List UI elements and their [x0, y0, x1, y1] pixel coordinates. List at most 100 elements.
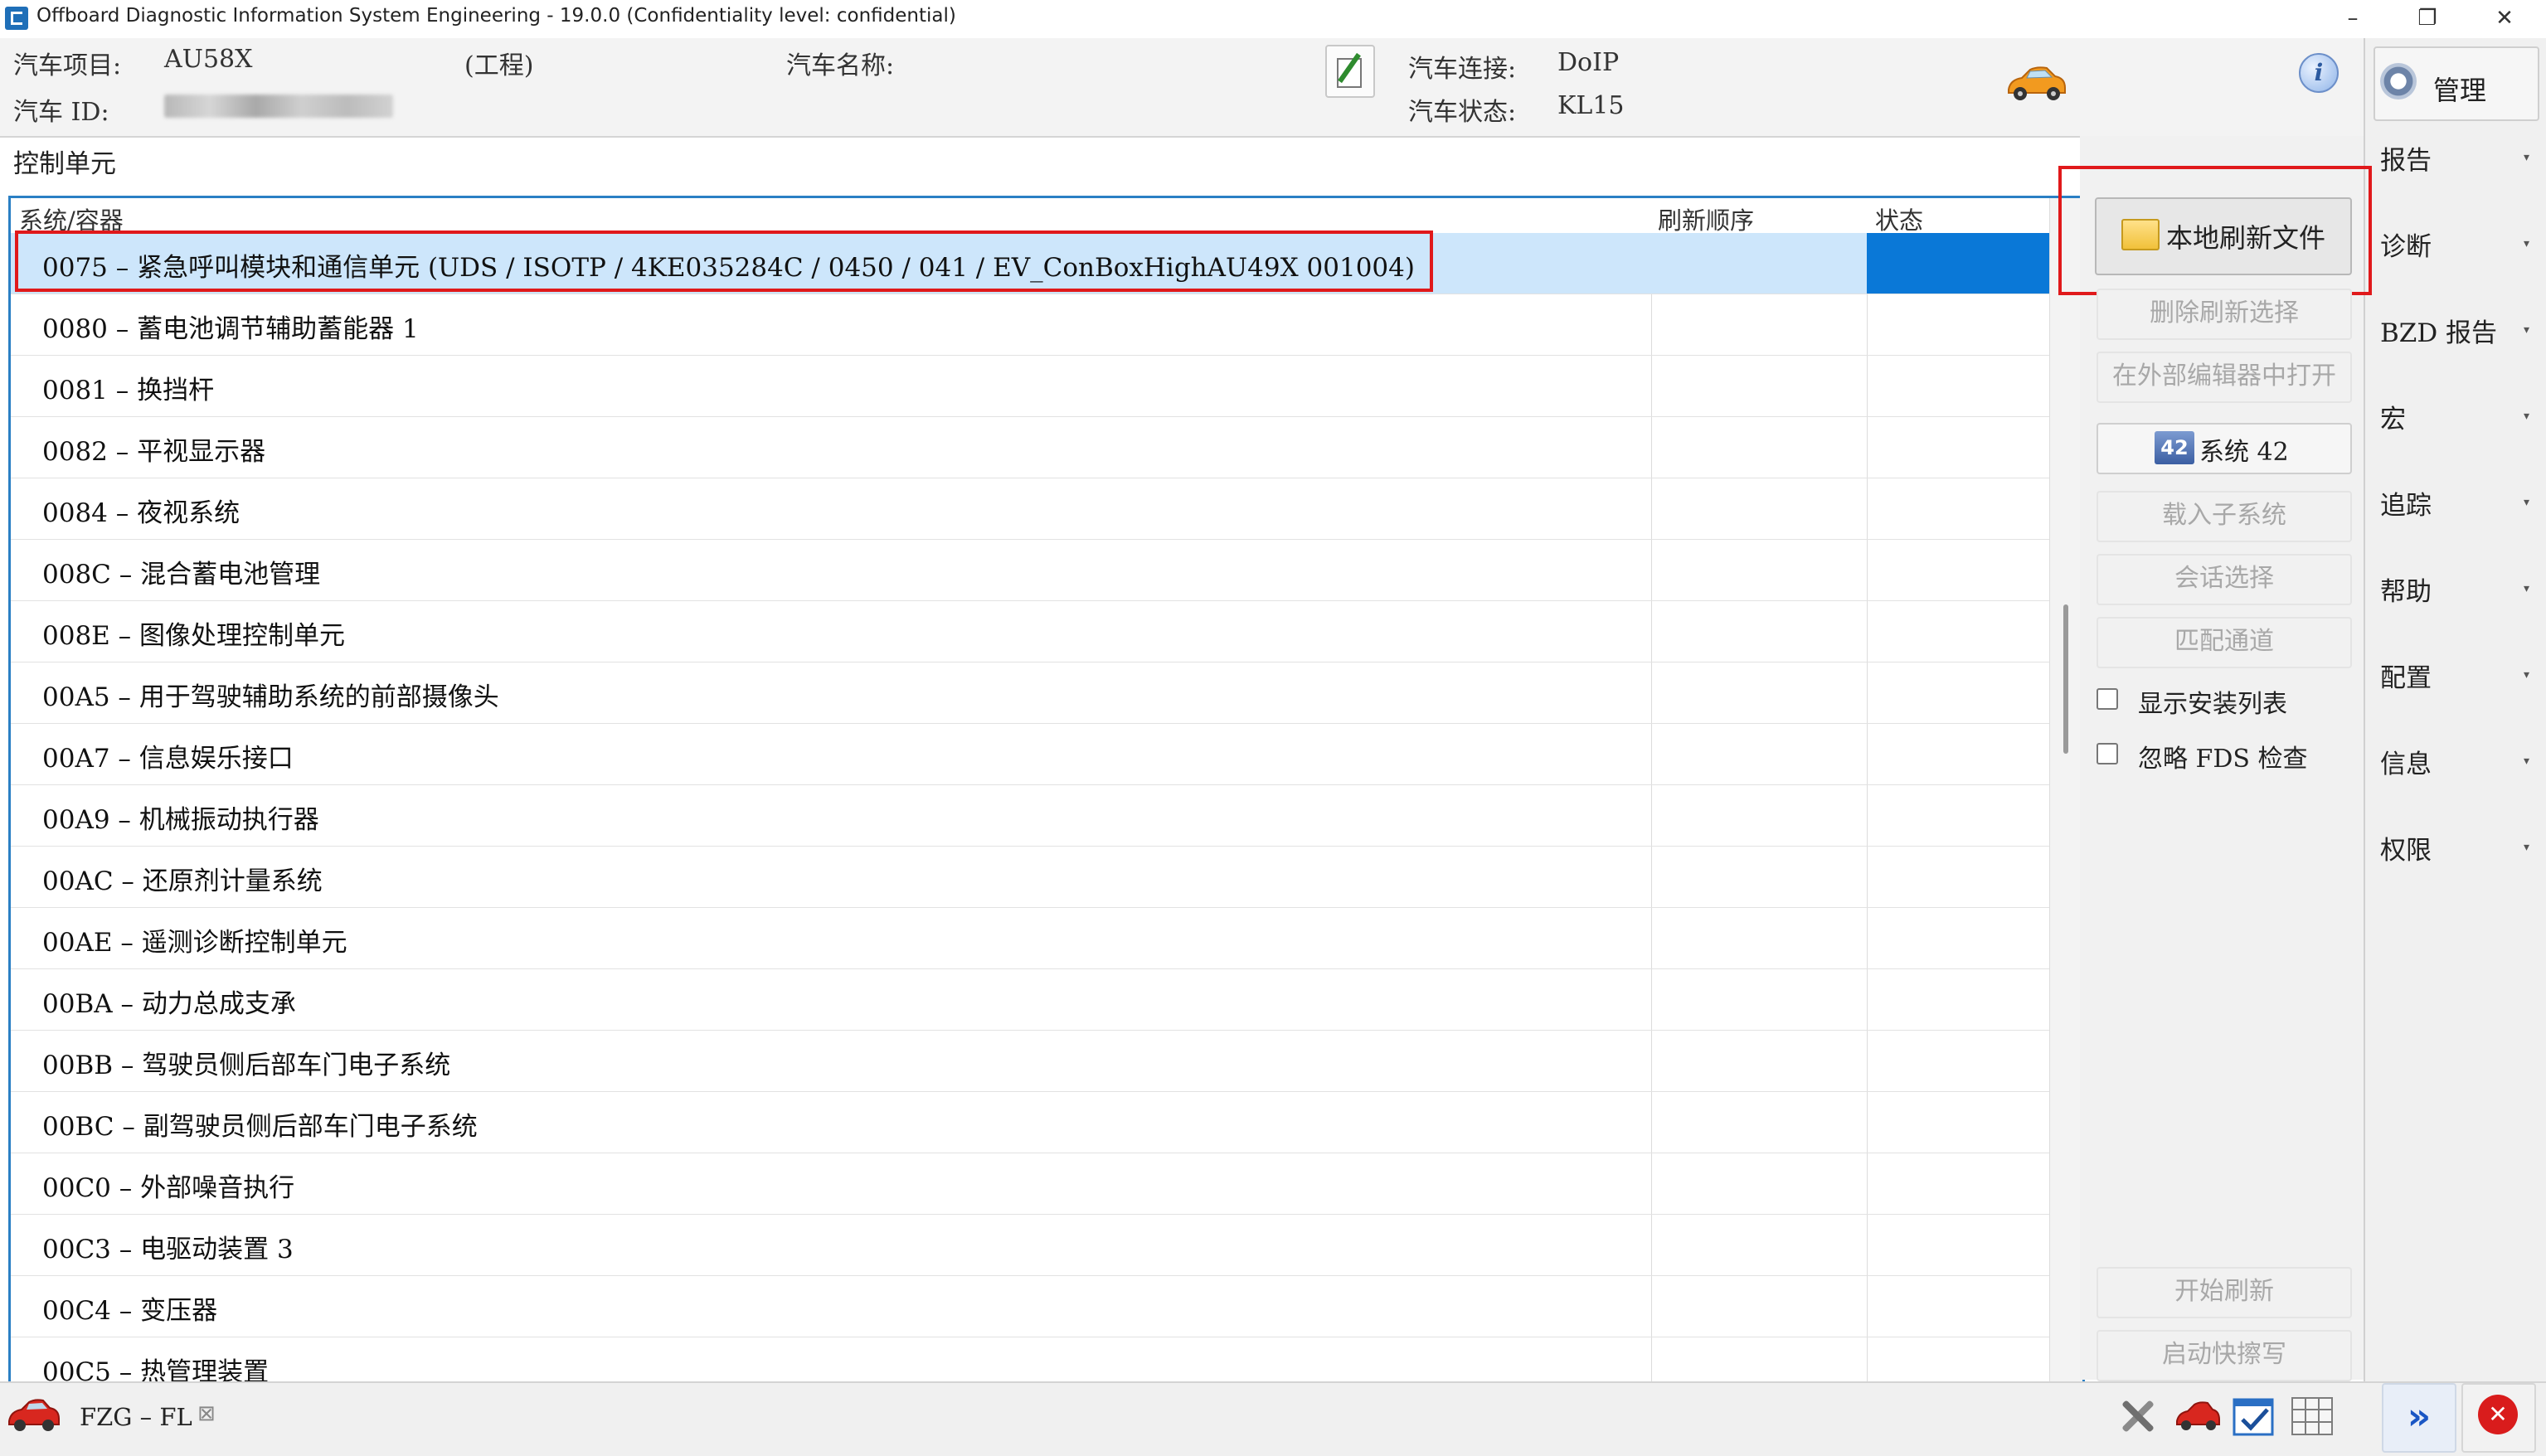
menu-macro[interactable]: 宏 ▾: [2380, 398, 2536, 446]
show-install-list-checkbox[interactable]: [2097, 688, 2118, 710]
row-text: 00AC – 还原剂计量系统: [42, 866, 323, 896]
chevron-down-icon: ▾: [2523, 582, 2529, 595]
column-header-flash-order[interactable]: 刷新顺序: [1658, 201, 1754, 236]
table-row[interactable]: 00A7 – 信息娱乐接口: [11, 724, 2049, 785]
menu-label: 配置: [2380, 663, 2432, 693]
close-window-button[interactable]: ✕: [2467, 0, 2542, 38]
chevron-down-icon: ▾: [2523, 668, 2529, 682]
menu-diagnosis[interactable]: 诊断 ▾: [2380, 226, 2536, 274]
chevron-down-icon: ▾: [2523, 237, 2529, 250]
row-text: 00C4 – 变压器: [42, 1296, 218, 1326]
start-quick-erase-button[interactable]: 启动快擦写: [2097, 1330, 2352, 1381]
vehicle-name-label: 汽车名称:: [786, 51, 895, 80]
info-icon[interactable]: i: [2299, 53, 2339, 93]
highlight-box-selected-row: [15, 231, 1433, 292]
chevron-down-icon: ▾: [2523, 410, 2529, 423]
delete-flash-selection-button[interactable]: 删除刷新选择: [2097, 289, 2352, 340]
project-label: 汽车项目:: [13, 51, 122, 80]
chevron-down-icon: ▾: [2523, 323, 2529, 337]
row-text: 00AE – 遥测诊断控制单元: [42, 928, 347, 958]
table-row[interactable]: 00BB – 驾驶员侧后部车门电子系统: [11, 1031, 2049, 1092]
menu-label: 帮助: [2380, 577, 2432, 607]
system-icon: 42: [2155, 431, 2194, 464]
row-text: 00BA – 动力总成支承: [42, 989, 296, 1019]
maximize-button[interactable]: ❐: [2390, 0, 2465, 38]
minimize-button[interactable]: –: [2315, 0, 2390, 38]
vehicle-tab-icon[interactable]: [7, 1393, 61, 1436]
table-row[interactable]: 0080 – 蓄电池调节辅助蓄能器 1: [11, 294, 2049, 356]
table-row[interactable]: 00BC – 副驾驶员侧后部车门电子系统: [11, 1092, 2049, 1153]
table-row[interactable]: 00C0 – 外部噪音执行: [11, 1153, 2049, 1215]
app-icon: [5, 7, 28, 30]
table-row[interactable]: 0081 – 换挡杆: [11, 356, 2049, 417]
gear-icon: [2380, 63, 2417, 99]
table-row[interactable]: 00AE – 遥测诊断控制单元: [11, 908, 2049, 969]
vertical-scrollbar[interactable]: [2049, 198, 2082, 1382]
chevron-down-icon: ▾: [2523, 151, 2529, 164]
table-row[interactable]: 0082 – 平视显示器: [11, 417, 2049, 478]
table-row[interactable]: 0084 – 夜视系统: [11, 478, 2049, 540]
row-text: 0081 – 换挡杆: [42, 376, 215, 405]
menu-help[interactable]: 帮助 ▾: [2380, 570, 2536, 619]
menu-trace[interactable]: 追踪 ▾: [2380, 484, 2536, 532]
menu-label: 信息: [2380, 750, 2432, 779]
vehicle-icon[interactable]: [2174, 1393, 2221, 1439]
vehicle-id-label: 汽车 ID:: [13, 98, 109, 127]
vehicle-state-value: KL15: [1557, 91, 1625, 120]
vehicle-tab-label[interactable]: FZG – FL: [80, 1403, 192, 1431]
tools-icon[interactable]: [2115, 1393, 2161, 1439]
project-type: (工程): [464, 51, 534, 80]
row-text: 008E – 图像处理控制单元: [42, 621, 346, 651]
car-status-icon: [2008, 66, 2066, 100]
table-row[interactable]: 00AC – 还原剂计量系统: [11, 847, 2049, 908]
table-row[interactable]: 00BA – 动力总成支承: [11, 969, 2049, 1031]
menu-config[interactable]: 配置 ▾: [2380, 657, 2536, 705]
table-row[interactable]: 008E – 图像处理控制单元: [11, 601, 2049, 662]
vehicle-id-redacted: [164, 95, 393, 118]
menu-permissions[interactable]: 权限 ▾: [2380, 829, 2536, 877]
table-row[interactable]: 00A9 – 机械振动执行器: [11, 785, 2049, 847]
table-row[interactable]: 00A5 – 用于驾驶辅助系统的前部摄像头: [11, 662, 2049, 724]
control-unit-table: 系统/容器 刷新顺序 状态 0075 – 紧急呼叫模块和通信单元 (UDS / …: [8, 196, 2085, 1385]
table-row[interactable]: 00C3 – 电驱动装置 3: [11, 1215, 2049, 1276]
load-subsystem-button[interactable]: 载入子系统: [2097, 491, 2352, 542]
tab-close-icon[interactable]: ⊠: [197, 1401, 216, 1426]
row-text: 00C3 – 电驱动装置 3: [42, 1235, 294, 1264]
edit-vehicle-icon[interactable]: [1325, 45, 1375, 98]
checklist-icon[interactable]: [2231, 1393, 2277, 1439]
table-header: 系统/容器 刷新顺序 状态: [11, 198, 2049, 236]
menu-label: 追踪: [2380, 491, 2432, 521]
adaptation-channel-button[interactable]: 匹配通道: [2097, 617, 2352, 668]
chevron-down-icon: ▾: [2523, 841, 2529, 854]
scrollbar-thumb[interactable]: [2063, 604, 2068, 754]
chevron-down-icon: ▾: [2523, 496, 2529, 509]
grid-icon[interactable]: [2289, 1393, 2335, 1439]
menu-label: 权限: [2380, 836, 2432, 866]
connection-label: 汽车连接:: [1408, 55, 1517, 84]
table-row[interactable]: 00C5 – 热管理装置: [11, 1337, 2049, 1385]
menu-info[interactable]: 信息 ▾: [2380, 743, 2536, 791]
status-cell: [1867, 233, 2049, 294]
menu-label: 宏: [2380, 405, 2406, 434]
menu-report[interactable]: 报告 ▾: [2380, 139, 2536, 187]
start-flash-button[interactable]: 开始刷新: [2097, 1267, 2352, 1318]
show-install-list-label: 显示安装列表: [2138, 690, 2287, 719]
ignore-fds-check-checkbox[interactable]: [2097, 743, 2118, 764]
row-text: 00C5 – 热管理装置: [42, 1357, 270, 1385]
session-selection-button[interactable]: 会话选择: [2097, 554, 2352, 605]
window-title: Offboard Diagnostic Information System E…: [36, 5, 956, 27]
ignore-fds-check-label: 忽略 FDS 检查: [2138, 745, 2308, 774]
next-arrow-button[interactable]: »: [2382, 1383, 2456, 1453]
row-text: 008C – 混合蓄电池管理: [42, 560, 321, 590]
row-text: 00A9 – 机械振动执行器: [42, 805, 319, 835]
column-header-status[interactable]: 状态: [1875, 201, 1923, 236]
row-text: 0080 – 蓄电池调节辅助蓄能器 1: [42, 314, 419, 344]
exit-button[interactable]: [2461, 1383, 2536, 1453]
menu-bzd-report[interactable]: BZD 报告 ▾: [2380, 312, 2536, 360]
open-external-editor-button[interactable]: 在外部编辑器中打开: [2097, 352, 2352, 403]
project-value: AU58X: [164, 45, 253, 74]
row-text: 00A5 – 用于驾驶辅助系统的前部摄像头: [42, 682, 499, 712]
table-row[interactable]: 00C4 – 变压器: [11, 1276, 2049, 1337]
row-text: 00BB – 驾驶员侧后部车门电子系统: [42, 1051, 451, 1080]
table-row[interactable]: 008C – 混合蓄电池管理: [11, 540, 2049, 601]
